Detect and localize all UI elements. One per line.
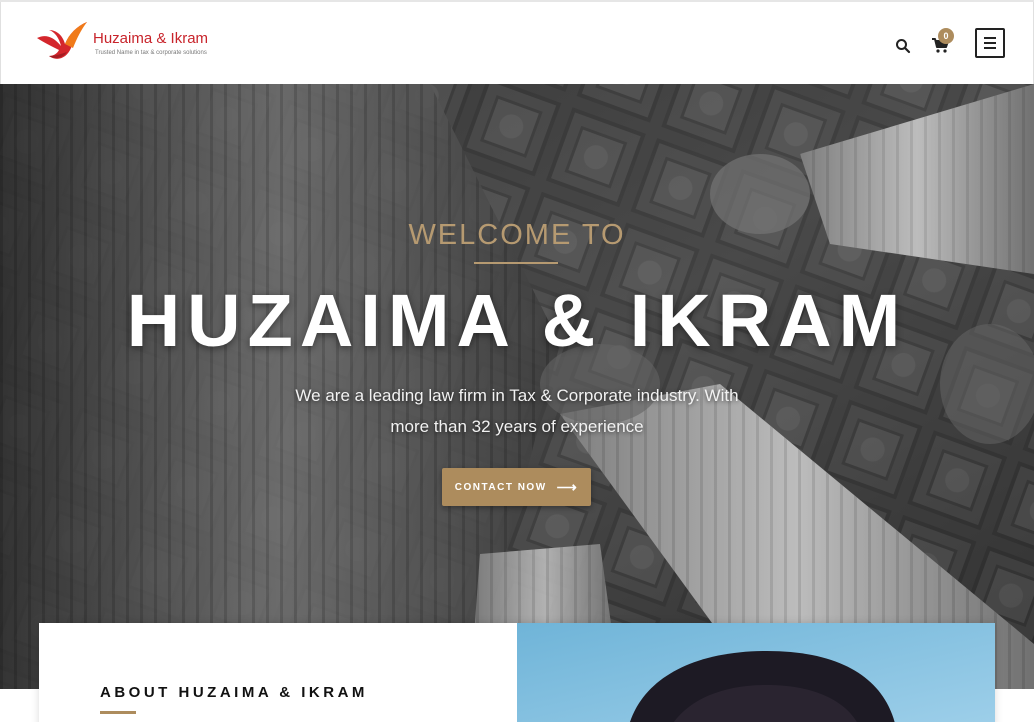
about-heading-divider [100, 711, 136, 714]
logo-tagline: Trusted Name in tax & corporate solution… [95, 50, 207, 56]
hero-title: HUZAIMA & IKRAM [126, 279, 908, 362]
contact-now-label: CONTACT NOW [454, 481, 547, 493]
about-heading: ABOUT HUZAIMA & IKRAM [100, 684, 368, 701]
hamburger-menu-icon [984, 37, 996, 39]
hero-description: We are a leading law firm in Tax & Corpo… [295, 386, 739, 436]
page: Huzaima & Ikram Trusted Name in tax & co… [0, 0, 1034, 722]
site-header: Huzaima & Ikram Trusted Name in tax & co… [0, 2, 1034, 84]
site-logo[interactable]: Huzaima & Ikram Trusted Name in tax & co… [35, 18, 235, 64]
about-card: ABOUT HUZAIMA & IKRAM [39, 623, 995, 722]
logo-bird-icon [37, 22, 87, 59]
about-portrait-photo [517, 623, 995, 722]
hero-welcome-divider [474, 262, 558, 264]
cart-count-badge: 0 [938, 28, 954, 44]
portrait-image [517, 623, 995, 722]
hero-section: WELCOME TO HUZAIMA & IKRAM We are a lead… [0, 84, 1034, 689]
arrow-right-icon: ⟶ [556, 479, 579, 495]
search-icon [896, 39, 911, 54]
logo-name: Huzaima & Ikram [93, 30, 209, 47]
contact-now-button[interactable]: CONTACT NOW ⟶ [442, 468, 591, 506]
search-button[interactable] [894, 37, 912, 55]
hero-welcome-text: WELCOME TO [408, 219, 626, 251]
menu-toggle-button[interactable] [975, 28, 1005, 58]
